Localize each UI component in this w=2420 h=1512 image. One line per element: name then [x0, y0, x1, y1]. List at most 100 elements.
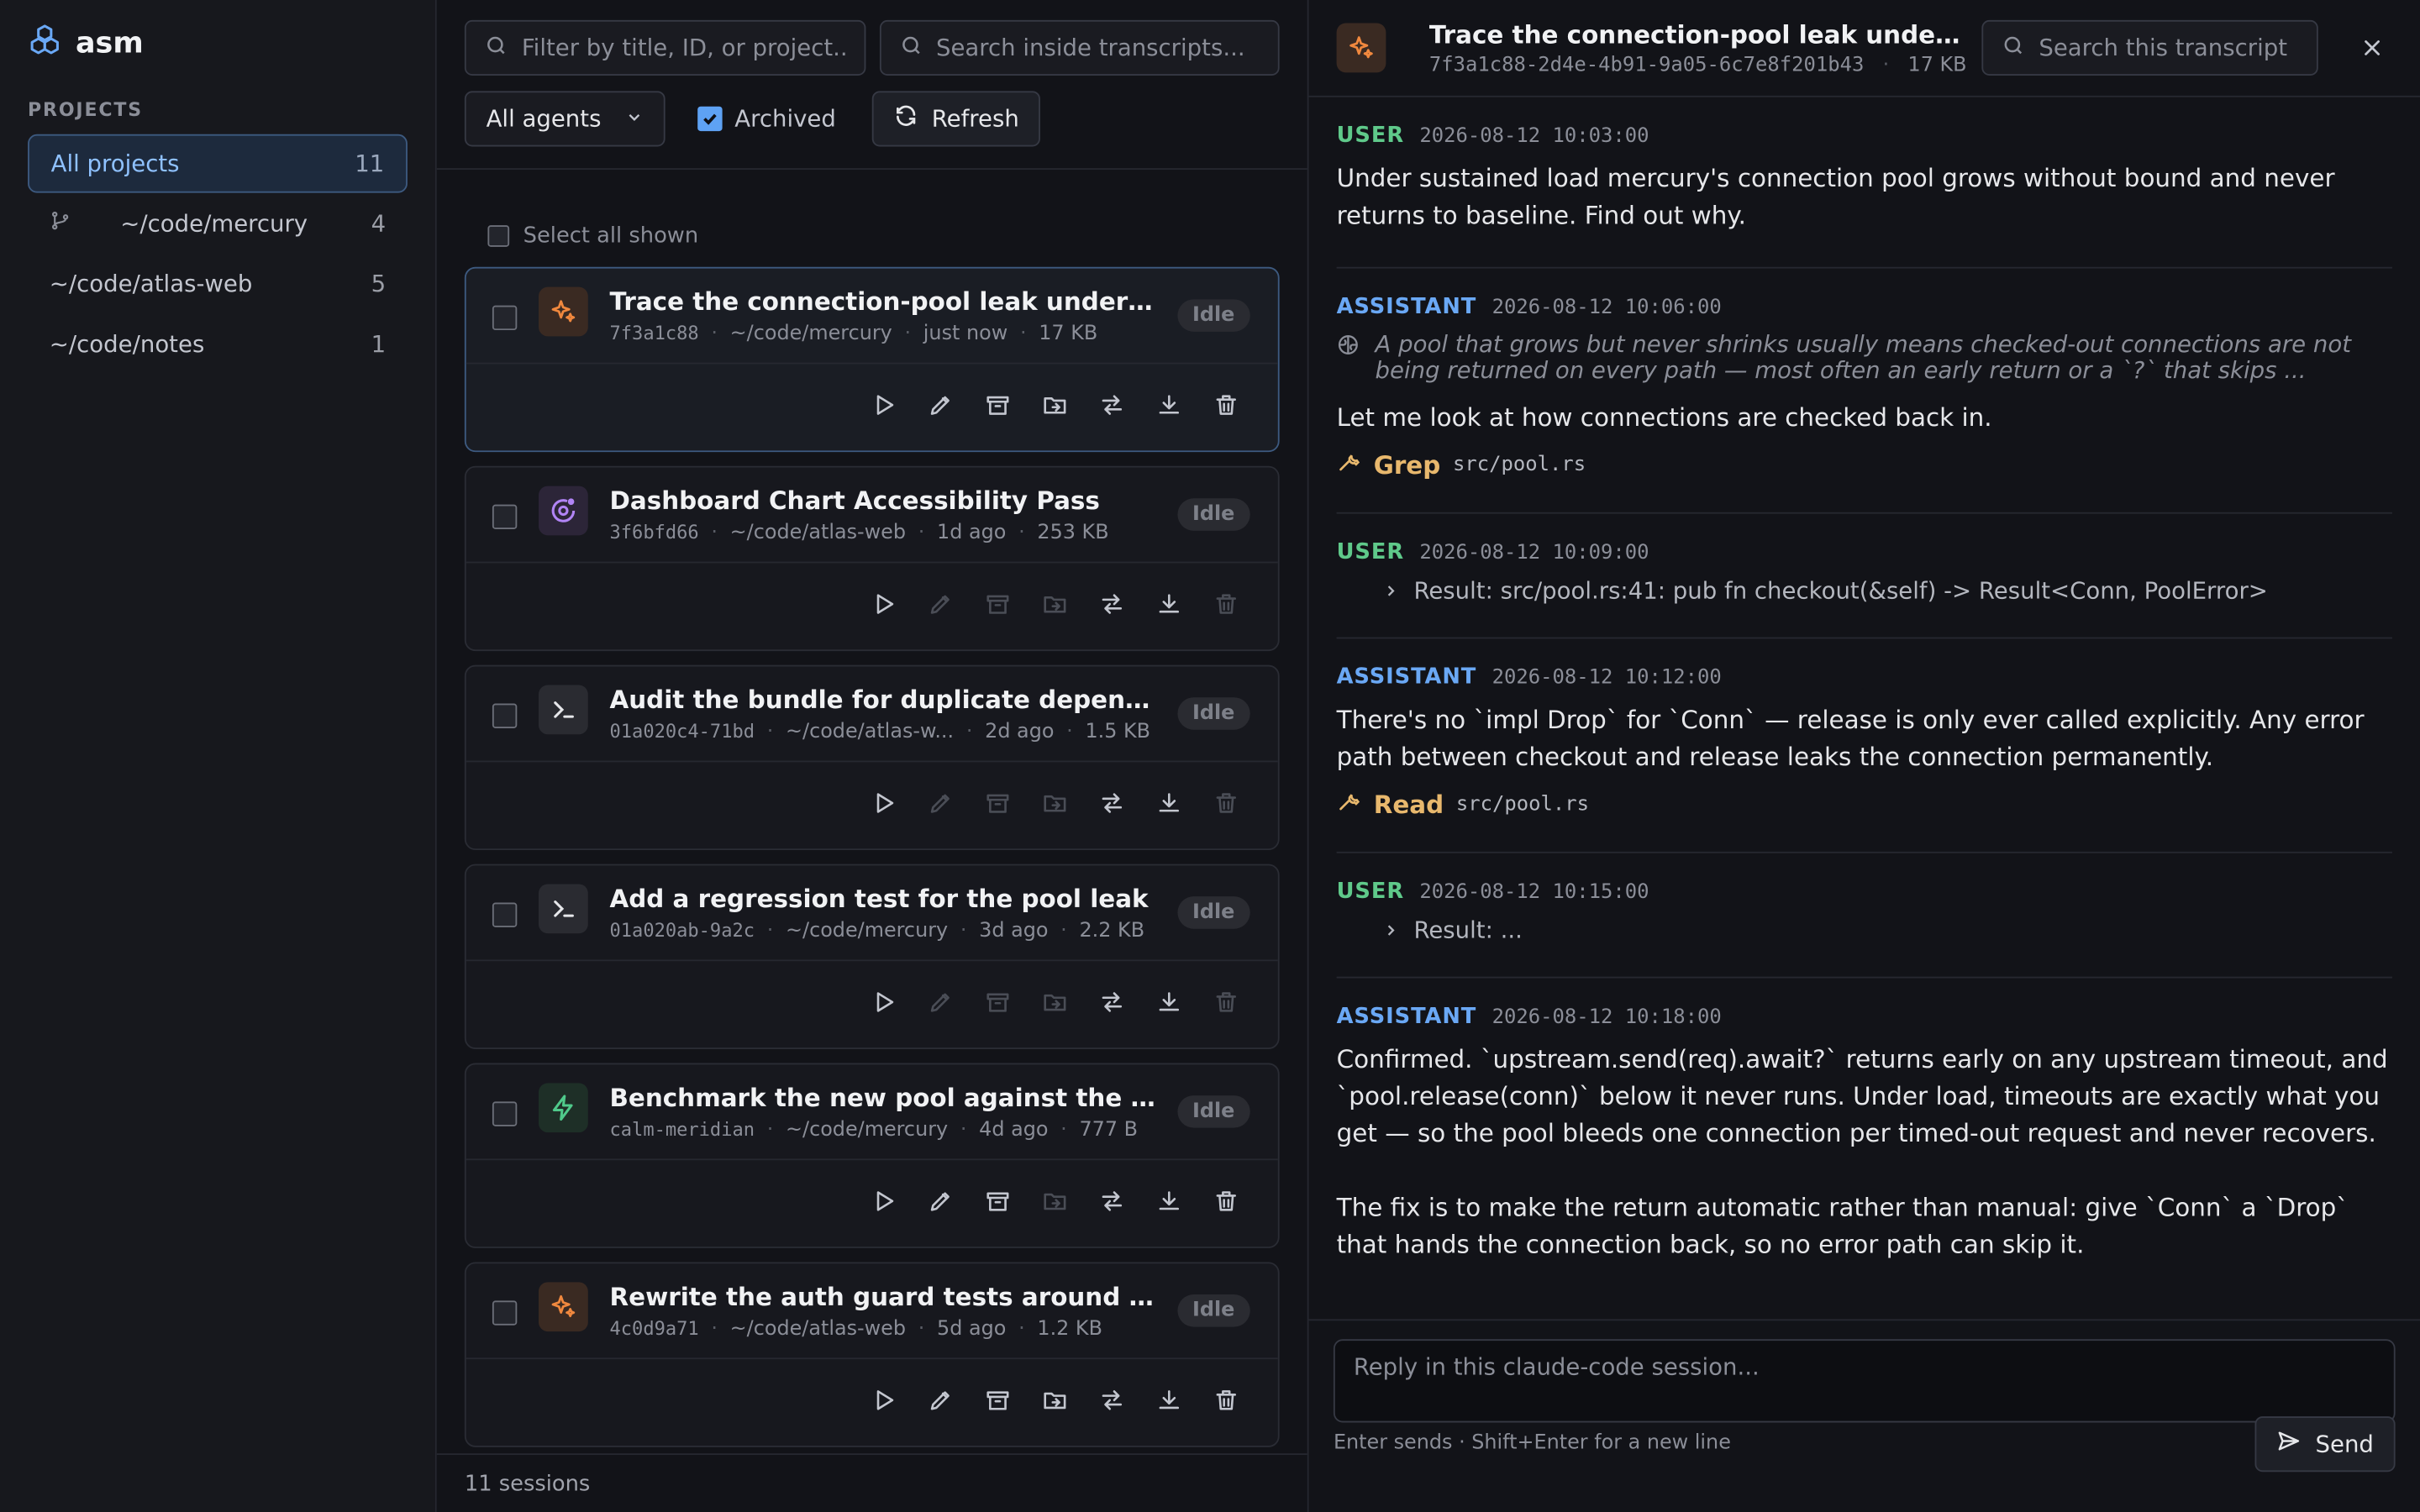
sparkle-icon	[539, 286, 588, 337]
archive-icon[interactable]	[981, 1185, 1013, 1216]
swap-icon[interactable]	[1096, 389, 1127, 420]
trash-icon[interactable]	[1210, 1384, 1241, 1415]
session-checkbox[interactable]	[492, 305, 518, 331]
edit-icon[interactable]	[924, 1384, 955, 1415]
reply-input[interactable]	[1353, 1352, 2375, 1409]
session-card[interactable]: Dashboard Chart Accessibility Pass 3f6bfd…	[464, 465, 1280, 652]
session-checkbox[interactable]	[492, 902, 518, 927]
agent-select[interactable]: All agents	[464, 91, 666, 147]
send-button[interactable]: Send	[2254, 1416, 2396, 1473]
swap-icon[interactable]	[1096, 787, 1127, 818]
edit-icon[interactable]	[924, 1185, 955, 1216]
transcript-panel: Trace the connection-pool leak under sus…	[1308, 0, 2420, 1512]
tool-call[interactable]: Grep src/pool.rs	[1337, 449, 2392, 480]
play-icon[interactable]	[867, 1384, 898, 1415]
sidebar-project-atlas-web[interactable]: ~/code/atlas-web 5	[28, 255, 408, 313]
session-card[interactable]: Rewrite the auth guard tests around the …	[464, 1262, 1280, 1447]
play-icon[interactable]	[867, 787, 898, 818]
session-list: Trace the connection-pool leak under sus…	[437, 262, 1307, 1461]
swap-icon[interactable]	[1096, 986, 1127, 1017]
filter-input[interactable]	[521, 34, 845, 62]
session-checkbox[interactable]	[492, 504, 518, 529]
terminal-icon	[539, 685, 588, 735]
edit-icon	[924, 787, 955, 818]
sidebar-project-all[interactable]: All projects 11	[28, 134, 408, 193]
select-all-checkbox[interactable]	[487, 225, 510, 247]
session-card[interactable]: Benchmark the new pool against the old o…	[464, 1063, 1280, 1248]
trash-icon	[1210, 986, 1241, 1017]
session-time: 3d ago	[979, 919, 1049, 943]
project-count: 5	[371, 270, 387, 298]
refresh-label: Refresh	[931, 104, 1019, 133]
download-icon[interactable]	[1153, 986, 1184, 1017]
sidebar: asm PROJECTS All projects 11 ~/code/merc…	[0, 0, 437, 1512]
play-icon[interactable]	[867, 588, 898, 619]
close-icon[interactable]	[2352, 37, 2392, 59]
download-icon[interactable]	[1153, 1384, 1184, 1415]
tool-result[interactable]: Result: ...	[1337, 916, 2392, 944]
session-project: ~/code/mercury	[729, 322, 892, 346]
swap-icon[interactable]	[1096, 588, 1127, 619]
swap-icon[interactable]	[1096, 1384, 1127, 1415]
archive-icon[interactable]	[981, 389, 1013, 420]
archived-checkbox[interactable]	[697, 106, 723, 132]
download-icon[interactable]	[1153, 588, 1184, 619]
tool-result[interactable]: Result: src/pool.rs:41: pub fn checkout(…	[1337, 577, 2392, 605]
message-time: 2026-08-12 10:12:00	[1491, 665, 1722, 690]
transcript-search-input[interactable]	[935, 34, 1260, 62]
sidebar-project-notes[interactable]: ~/code/notes 1	[28, 315, 408, 374]
trash-icon[interactable]	[1210, 389, 1241, 420]
edit-icon[interactable]	[924, 389, 955, 420]
projects-label: PROJECTS	[28, 98, 143, 121]
tool-arg: src/pool.rs	[1452, 453, 1586, 476]
project-label: ~/code/mercury	[120, 209, 308, 238]
session-checkbox[interactable]	[492, 703, 518, 728]
chevron-right-icon	[1383, 577, 1398, 605]
status-badge: Idle	[1176, 896, 1250, 929]
session-id: 3f6bfd66	[609, 521, 699, 543]
agent-select-value: All agents	[486, 104, 602, 133]
download-icon[interactable]	[1153, 389, 1184, 420]
archive-icon	[981, 986, 1013, 1017]
session-card[interactable]: Audit the bundle for duplicate dependenc…	[464, 664, 1280, 851]
reply-composer: Enter sends · Shift+Enter for a new line…	[1308, 1319, 2420, 1512]
refresh-button[interactable]: Refresh	[871, 91, 1041, 147]
transcript-find-input[interactable]	[2039, 34, 2298, 62]
session-title: Benchmark the new pool against the old o…	[609, 1083, 1159, 1113]
tool-call[interactable]: Read src/pool.rs	[1337, 789, 2392, 820]
move-icon[interactable]	[1039, 1384, 1070, 1415]
message-time: 2026-08-12 10:09:00	[1419, 540, 1649, 564]
reply-box[interactable]	[1333, 1339, 2396, 1423]
transcript-search-field[interactable]	[879, 19, 1280, 76]
transcript-find-field[interactable]	[1981, 19, 2318, 76]
filter-field[interactable]	[464, 19, 865, 76]
message-time: 2026-08-12 10:15:00	[1419, 879, 1649, 904]
archive-icon[interactable]	[981, 1384, 1013, 1415]
message-text-2: The fix is to make the return automatic …	[1336, 1192, 2349, 1259]
session-meta: 4c0d9a71 · ~/code/atlas-web · 5d ago · 1.2 KB	[609, 1317, 1102, 1341]
download-icon[interactable]	[1153, 1185, 1184, 1216]
play-icon[interactable]	[867, 986, 898, 1017]
download-icon[interactable]	[1153, 787, 1184, 818]
session-card[interactable]: Add a regression test for the pool leak 0…	[464, 864, 1280, 1049]
trash-icon[interactable]	[1210, 1185, 1241, 1216]
swap-icon[interactable]	[1096, 1185, 1127, 1216]
archived-toggle[interactable]: Archived	[679, 91, 857, 146]
archive-icon	[981, 787, 1013, 818]
play-icon[interactable]	[867, 1185, 898, 1216]
session-id: calm-meridian	[609, 1118, 755, 1141]
thinking-block[interactable]: A pool that grows but never shrinks usua…	[1337, 331, 2392, 384]
session-checkbox[interactable]	[492, 1300, 518, 1326]
move-icon[interactable]	[1039, 389, 1070, 420]
send-label: Send	[2315, 1430, 2374, 1458]
sidebar-project-mercury[interactable]: ~/code/mercury 4	[28, 194, 408, 253]
session-size: 777 B	[1079, 1118, 1139, 1142]
session-checkbox[interactable]	[492, 1101, 518, 1126]
session-count: 11 sessions	[436, 1453, 1307, 1512]
terminal-icon	[539, 884, 588, 934]
select-all-row[interactable]: Select all shown	[437, 170, 1307, 262]
message-text: Under sustained load mercury's connectio…	[1336, 163, 2335, 230]
play-icon[interactable]	[867, 389, 898, 420]
brand[interactable]: asm	[28, 22, 408, 65]
session-card[interactable]: Trace the connection-pool leak under sus…	[464, 266, 1280, 453]
